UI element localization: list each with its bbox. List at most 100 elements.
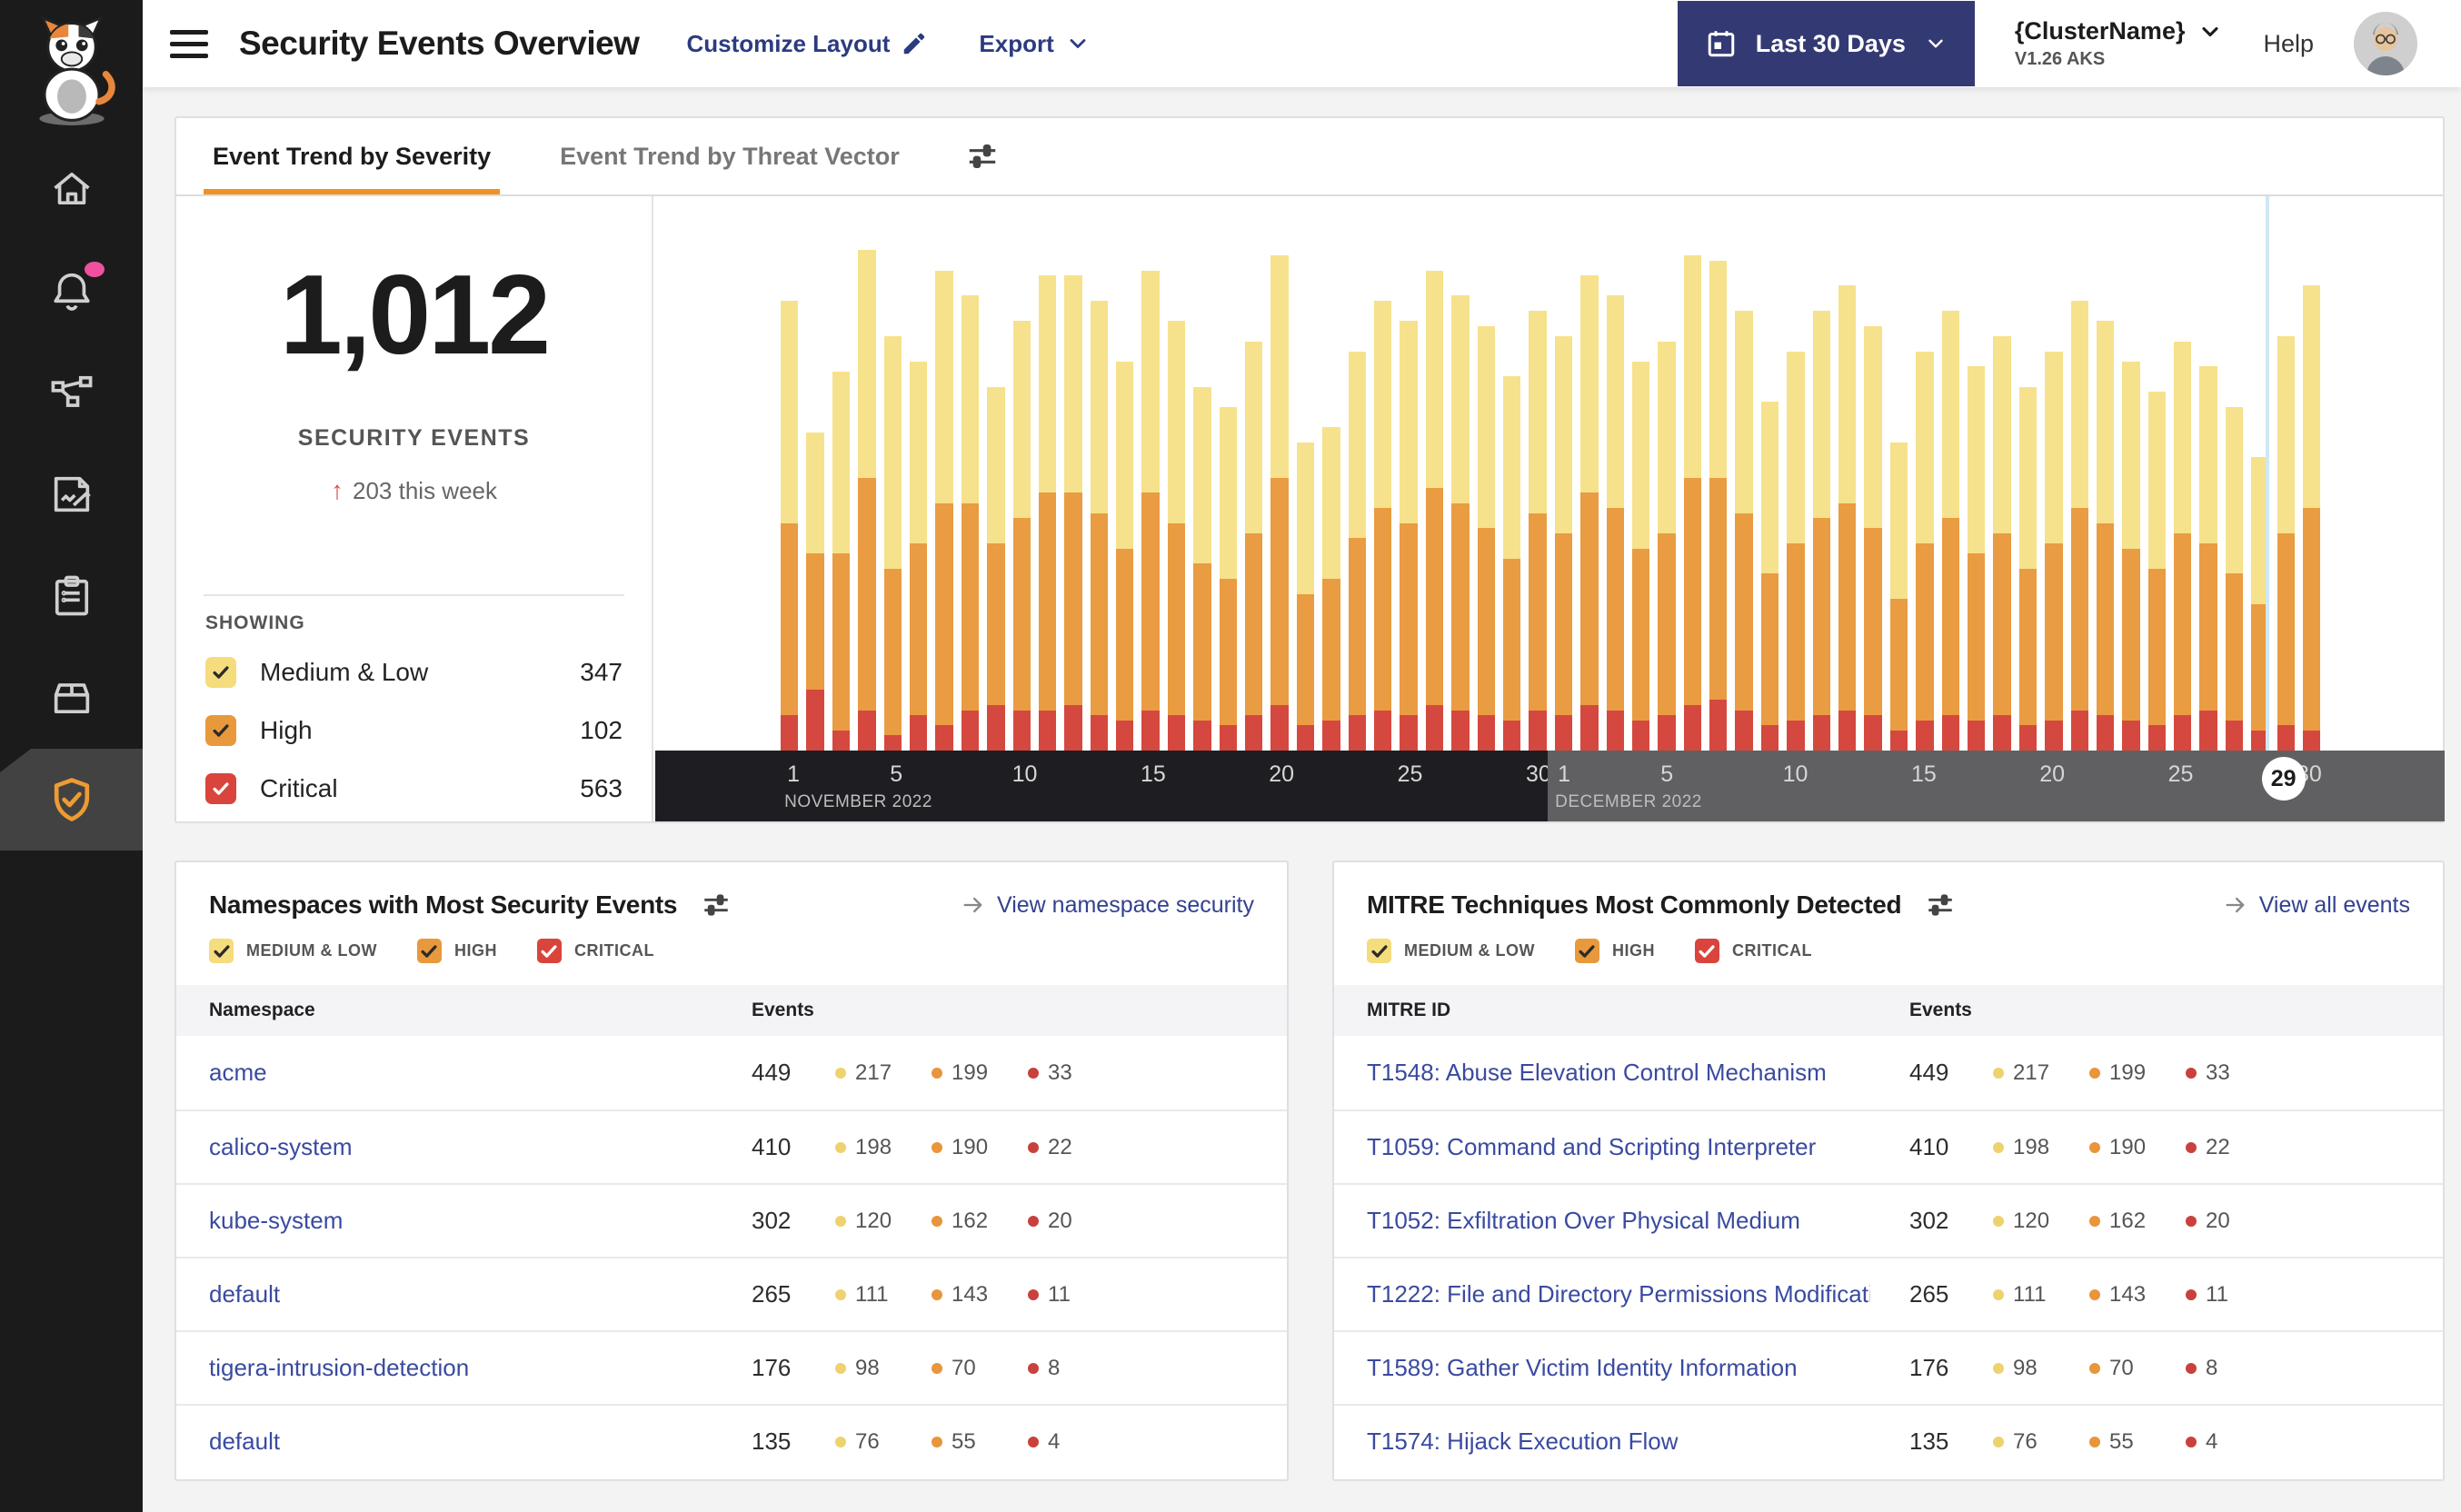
- checkbox-medium_low[interactable]: [205, 657, 236, 688]
- mitre-row-link[interactable]: T1052: Exfiltration Over Physical Medium: [1334, 1207, 1800, 1235]
- bar-day-nov-27[interactable]: [1451, 207, 1470, 751]
- bar-day-dec-7[interactable]: [1709, 207, 1728, 751]
- mitre-filter-icon[interactable]: [1925, 890, 1956, 920]
- bar-day-dec-27[interactable]: [2225, 207, 2244, 751]
- bar-day-dec-15[interactable]: [1916, 207, 1934, 751]
- namespaces-row-link[interactable]: kube-system: [176, 1207, 343, 1235]
- legend-checkbox-critical[interactable]: [1694, 939, 1719, 963]
- checkbox-critical[interactable]: [205, 773, 236, 804]
- bar-day-dec-21[interactable]: [2070, 207, 2088, 751]
- bar-day-dec-12[interactable]: [1838, 207, 1857, 751]
- legend-checkbox-high[interactable]: [1574, 939, 1599, 963]
- mitre-row-link[interactable]: T1589: Gather Victim Identity Informatio…: [1334, 1354, 1798, 1382]
- bar-day-nov-7[interactable]: [935, 207, 953, 751]
- bar-day-nov-9[interactable]: [987, 207, 1005, 751]
- mitre-row-link[interactable]: T1059: Command and Scripting Interpreter: [1334, 1133, 1816, 1161]
- bar-day-dec-16[interactable]: [1941, 207, 1959, 751]
- bar-day-dec-24[interactable]: [2147, 207, 2167, 751]
- tab-event-trend-by-severity[interactable]: Event Trend by Severity: [204, 118, 501, 194]
- mitre-row-link[interactable]: T1548: Abuse Elevation Control Mechanism: [1334, 1059, 1827, 1087]
- help-link[interactable]: Help: [2263, 30, 2314, 58]
- cluster-selector[interactable]: {ClusterName} V1.26 AKS: [2015, 17, 2224, 70]
- sidebar-item-threat-defense-shield[interactable]: [0, 749, 143, 850]
- view-all-events-link[interactable]: View all events: [2223, 892, 2410, 919]
- bar-day-nov-10[interactable]: [1012, 207, 1031, 751]
- bar-day-dec-10[interactable]: [1787, 207, 1805, 751]
- tab-event-trend-by-threat-vector[interactable]: Event Trend by Threat Vector: [551, 118, 909, 194]
- bar-day-nov-25[interactable]: [1400, 207, 1418, 751]
- namespaces-row-link[interactable]: calico-system: [176, 1133, 352, 1161]
- view-namespace-security-link[interactable]: View namespace security: [961, 892, 1254, 919]
- sidebar-item-service-graph[interactable]: [0, 342, 143, 443]
- bar-day-nov-19[interactable]: [1245, 207, 1263, 751]
- user-avatar[interactable]: [2354, 12, 2417, 75]
- bar-day-dec-17[interactable]: [1967, 207, 1986, 751]
- bar-day-nov-28[interactable]: [1477, 207, 1495, 751]
- sidebar-item-policies-edit[interactable]: [0, 443, 143, 545]
- legend-checkbox-medium_low[interactable]: [209, 939, 234, 963]
- bar-day-nov-15[interactable]: [1141, 207, 1160, 751]
- bar-day-nov-18[interactable]: [1219, 207, 1238, 751]
- bar-day-dec-8[interactable]: [1735, 207, 1753, 751]
- bar-day-nov-29[interactable]: [1502, 207, 1521, 751]
- namespaces-row-link[interactable]: acme: [176, 1059, 267, 1087]
- namespaces-row-link[interactable]: tigera-intrusion-detection: [176, 1354, 469, 1382]
- bar-day-nov-23[interactable]: [1348, 207, 1366, 751]
- bar-day-dec-6[interactable]: [1683, 207, 1702, 751]
- bar-day-dec-18[interactable]: [1993, 207, 2011, 751]
- bar-day-nov-17[interactable]: [1193, 207, 1211, 751]
- bar-day-dec-13[interactable]: [1864, 207, 1882, 751]
- bar-day-dec-25[interactable]: [2174, 207, 2192, 751]
- bar-day-dec-22[interactable]: [2096, 207, 2115, 751]
- bar-day-dec-29[interactable]: [2277, 207, 2296, 751]
- bar-day-nov-8[interactable]: [961, 207, 980, 751]
- legend-checkbox-medium_low[interactable]: [1367, 939, 1391, 963]
- namespaces-row-link[interactable]: default: [176, 1427, 280, 1456]
- bar-day-nov-16[interactable]: [1167, 207, 1186, 751]
- bar-day-nov-3[interactable]: [832, 207, 851, 751]
- export-button[interactable]: Export: [979, 30, 1090, 58]
- bar-day-dec-3[interactable]: [1606, 207, 1624, 751]
- sidebar-item-alerts-bell[interactable]: [0, 240, 143, 342]
- bar-day-nov-30[interactable]: [1529, 207, 1547, 751]
- menu-icon[interactable]: [170, 23, 208, 65]
- bar-day-dec-20[interactable]: [2045, 207, 2063, 751]
- bar-day-dec-11[interactable]: [1812, 207, 1831, 751]
- bar-day-nov-21[interactable]: [1296, 207, 1315, 751]
- bar-day-dec-30[interactable]: [2303, 207, 2321, 751]
- bar-day-nov-2[interactable]: [806, 207, 824, 751]
- bar-day-dec-9[interactable]: [1760, 207, 1779, 751]
- bar-day-dec-4[interactable]: [1631, 207, 1650, 751]
- bar-day-nov-14[interactable]: [1116, 207, 1134, 751]
- bar-day-nov-1[interactable]: [781, 207, 799, 751]
- legend-checkbox-critical[interactable]: [536, 939, 562, 963]
- bar-day-dec-23[interactable]: [2122, 207, 2140, 751]
- namespaces-filter-icon[interactable]: [701, 890, 732, 920]
- bar-day-nov-24[interactable]: [1373, 207, 1392, 751]
- bar-day-dec-2[interactable]: [1580, 207, 1599, 751]
- customize-layout-button[interactable]: Customize Layout: [686, 30, 928, 58]
- bar-day-nov-5[interactable]: [883, 207, 902, 751]
- bar-day-dec-26[interactable]: [2199, 207, 2217, 751]
- sidebar-item-image-assurance-box[interactable]: [0, 647, 143, 749]
- bar-day-nov-4[interactable]: [858, 207, 876, 751]
- namespaces-row-link[interactable]: default: [176, 1280, 280, 1308]
- mitre-row-link[interactable]: T1222: File and Directory Permissions Mo…: [1334, 1280, 1870, 1308]
- bar-day-dec-19[interactable]: [2018, 207, 2038, 751]
- checkbox-high[interactable]: [205, 715, 236, 746]
- bar-day-nov-12[interactable]: [1064, 207, 1082, 751]
- bar-day-dec-14[interactable]: [1889, 207, 1908, 751]
- bar-day-dec-5[interactable]: [1658, 207, 1676, 751]
- chart-filter-icon[interactable]: [965, 139, 1000, 174]
- bar-day-nov-13[interactable]: [1090, 207, 1109, 751]
- date-range-button[interactable]: Last 30 Days: [1677, 1, 1975, 86]
- sidebar-item-home[interactable]: [0, 138, 143, 240]
- bar-day-nov-11[interactable]: [1038, 207, 1057, 751]
- legend-checkbox-high[interactable]: [416, 939, 442, 963]
- sidebar-item-compliance-clipboard[interactable]: [0, 545, 143, 647]
- bar-day-nov-22[interactable]: [1322, 207, 1340, 751]
- bar-day-dec-1[interactable]: [1554, 207, 1573, 751]
- bar-day-nov-20[interactable]: [1270, 207, 1289, 751]
- bar-day-nov-26[interactable]: [1425, 207, 1444, 751]
- mitre-row-link[interactable]: T1574: Hijack Execution Flow: [1334, 1427, 1678, 1456]
